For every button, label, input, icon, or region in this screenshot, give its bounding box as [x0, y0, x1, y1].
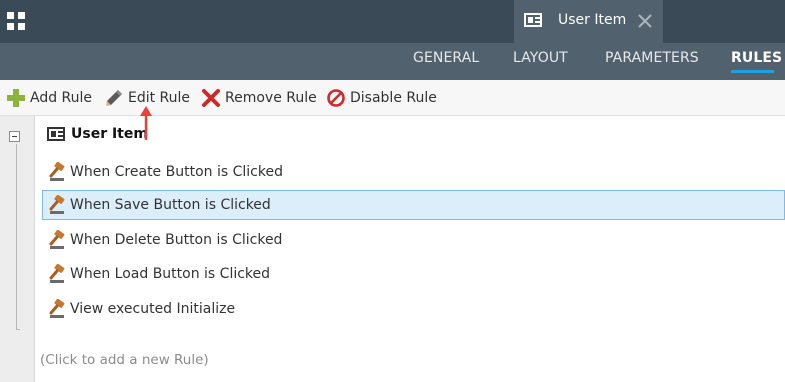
tab-parameters[interactable]: PARAMETERS [605, 50, 699, 66]
plus-icon [7, 89, 25, 107]
rules-toolbar: Add Rule Edit Rule Remove Rule Disable R… [0, 80, 785, 116]
tree-pane [0, 116, 35, 382]
rule-item[interactable]: When Delete Button is Clicked [42, 225, 785, 255]
top-bar: User Item [0, 0, 785, 43]
disable-rule-label: Disable Rule [350, 90, 437, 106]
rule-label: When Load Button is Clicked [70, 266, 271, 282]
tab-rules[interactable]: RULES [731, 50, 782, 66]
tree-connector-end [16, 329, 20, 330]
view-icon [524, 13, 542, 27]
annotation-arrow [140, 106, 152, 140]
rule-item-selected[interactable]: When Save Button is Clicked [42, 190, 785, 220]
add-rule-button[interactable]: Add Rule [6, 87, 92, 109]
view-icon [47, 127, 65, 141]
tree-connector [16, 144, 17, 330]
rule-label: When Delete Button is Clicked [70, 232, 283, 248]
rule-item[interactable]: View executed Initialize [42, 294, 785, 324]
rule-item[interactable]: When Create Button is Clicked [42, 157, 785, 187]
collapse-icon[interactable] [9, 131, 20, 142]
edit-rule-label: Edit Rule [128, 90, 191, 106]
gavel-icon [49, 162, 65, 181]
close-icon[interactable] [636, 12, 654, 30]
no-entry-icon [327, 89, 345, 107]
rule-label: View executed Initialize [70, 301, 236, 317]
pencil-icon [106, 90, 122, 106]
rule-label: When Create Button is Clicked [70, 164, 283, 180]
gavel-icon [49, 264, 65, 283]
tab-general[interactable]: GENERAL [413, 50, 479, 66]
grid-icon[interactable] [7, 12, 25, 30]
disable-rule-button[interactable]: Disable Rule [326, 87, 437, 109]
active-tab-indicator [731, 70, 774, 73]
gavel-icon [49, 230, 65, 249]
tab-layout[interactable]: LAYOUT [513, 50, 568, 66]
gavel-icon [49, 195, 65, 214]
rules-header: User Item [47, 124, 148, 144]
document-tab-title: User Item [558, 12, 627, 28]
rule-item[interactable]: When Load Button is Clicked [42, 259, 785, 289]
x-icon [202, 89, 220, 107]
designer-nav: GENERAL LAYOUT PARAMETERS RULES [0, 43, 785, 80]
rules-header-title: User Item [71, 126, 148, 142]
rule-label: When Save Button is Clicked [70, 197, 271, 213]
add-rule-label: Add Rule [30, 90, 93, 106]
document-tab[interactable]: User Item [514, 0, 663, 43]
remove-rule-button[interactable]: Remove Rule [201, 87, 317, 109]
add-new-rule-hint[interactable]: (Click to add a new Rule) [40, 352, 209, 368]
remove-rule-label: Remove Rule [225, 90, 317, 106]
gavel-icon [49, 299, 65, 318]
